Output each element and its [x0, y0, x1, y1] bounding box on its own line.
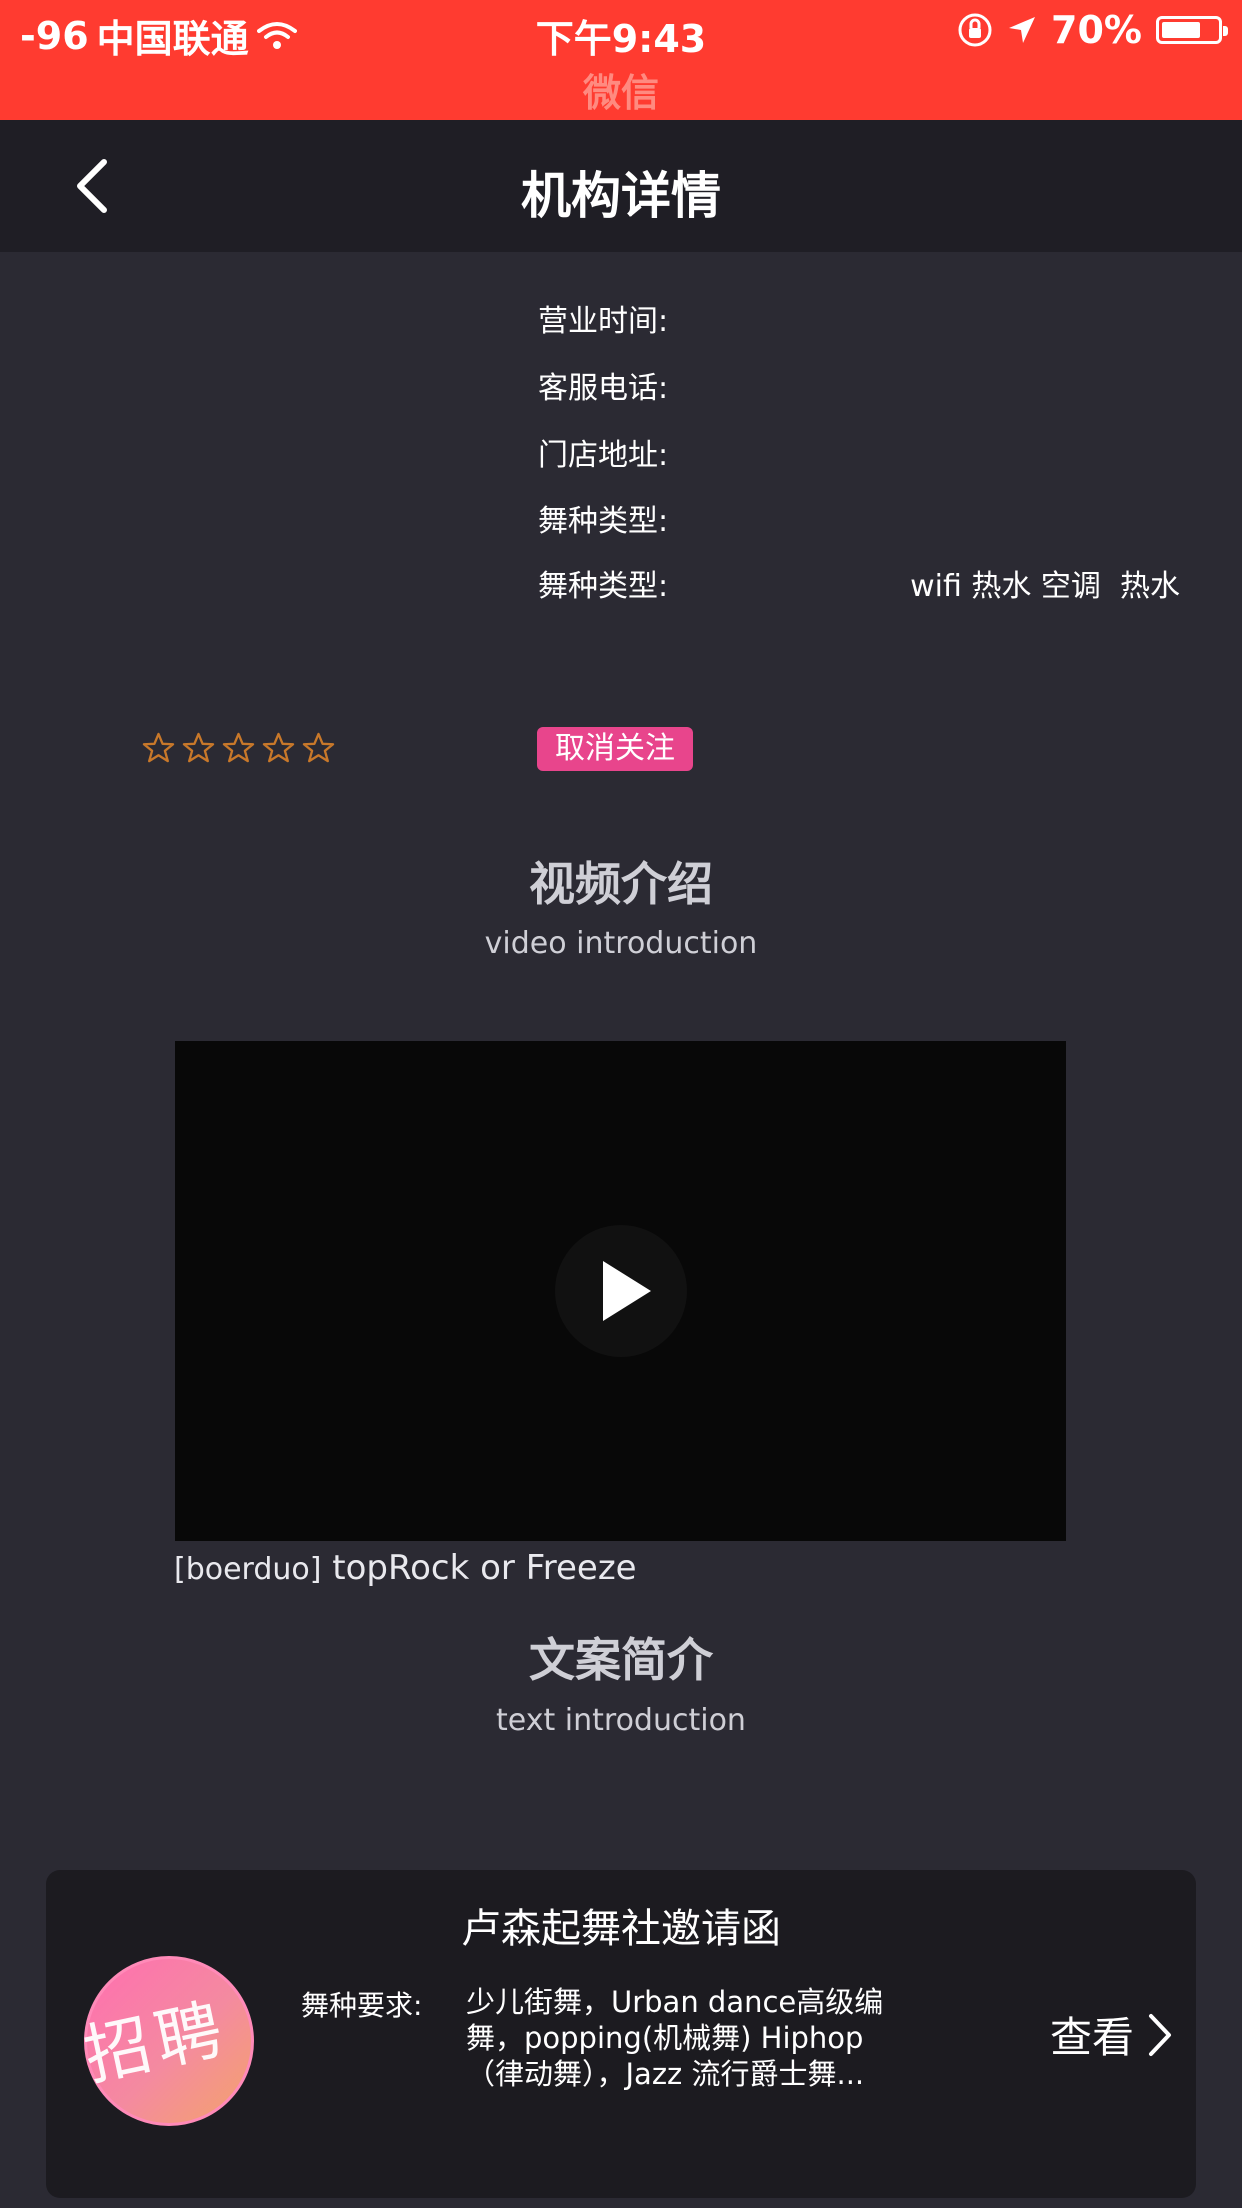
video-caption-title: topRock or Freeze: [332, 1548, 637, 1588]
chevron-right-icon: [1149, 2013, 1171, 2056]
facilities-value: wifi 热水 空调 热水: [910, 569, 1180, 604]
video-caption-tag: [boerduo]: [174, 1552, 322, 1587]
play-button[interactable]: [555, 1225, 687, 1357]
star-icon: [262, 732, 295, 763]
star-icon: [142, 732, 175, 763]
service-phone-label: 客服电话:: [538, 371, 669, 406]
video-section-title: 视频介绍: [529, 857, 713, 911]
requirement-text: 少儿街舞，Urban dance高级编舞，popping(机械舞) Hiphop…: [466, 1985, 884, 2091]
status-bar: -96 中国联通 下午9:43 微信 70%: [0, 0, 1242, 120]
play-icon: [603, 1261, 651, 1321]
battery-percent: 70%: [1051, 8, 1142, 52]
invitation-card[interactable]: 卢森起舞社邀请函 招聘 舞种要求: 少儿街舞，Urban dance高级编舞，p…: [46, 1870, 1196, 2198]
video-section-subtitle: video introduction: [484, 926, 758, 961]
star-rating: [142, 732, 335, 765]
status-right: 70%: [957, 8, 1228, 52]
requirement-label: 舞种要求:: [301, 1989, 423, 2022]
star-icon: [182, 732, 215, 763]
video-caption: [boerduo] topRock or Freeze: [174, 1548, 637, 1588]
text-section-title: 文案简介: [529, 1633, 713, 1687]
invitation-title: 卢森起舞社邀请函: [461, 1906, 781, 1952]
dance-type-label: 舞种类型:: [538, 504, 669, 539]
battery-level: [1162, 22, 1200, 38]
battery-nub: [1223, 26, 1228, 36]
view-button-label: 查看: [1049, 2013, 1134, 2062]
unfollow-button[interactable]: 取消关注: [537, 727, 693, 771]
location-icon: [1009, 17, 1036, 43]
facilities-label: 舞种类型:: [538, 569, 669, 604]
recruit-badge: 招聘: [78, 1956, 254, 2126]
back-to-app-label[interactable]: 微信: [0, 62, 1242, 117]
page-title: 机构详情: [521, 167, 721, 225]
star-icon: [302, 732, 335, 763]
rotation-lock-icon: [958, 13, 992, 47]
star-icon: [222, 732, 255, 763]
store-address-label: 门店地址:: [538, 438, 669, 473]
text-section-subtitle: text introduction: [496, 1703, 746, 1738]
battery-icon: [1156, 16, 1228, 44]
nav-bar: 机构详情: [0, 120, 1242, 252]
page: -96 中国联通 下午9:43 微信 70% 机构详情 营业时间: 客服电话: …: [0, 0, 1242, 2208]
business-hours-label: 营业时间:: [538, 304, 669, 339]
video-player[interactable]: [175, 1041, 1066, 1541]
recruit-badge-text: 招聘: [77, 1989, 235, 2096]
view-invitation-button[interactable]: 查看: [1050, 2004, 1174, 2065]
